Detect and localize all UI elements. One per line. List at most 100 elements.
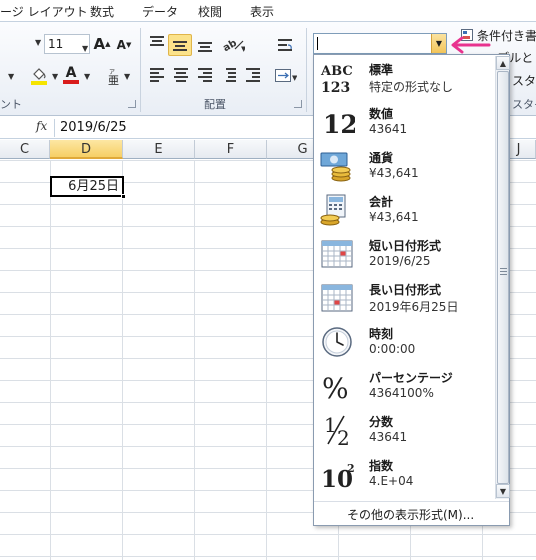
menu-item-example: 0:00:00 [369,342,416,356]
menu-item-scientific[interactable]: 10 2 指数 4.E+04 [315,452,494,496]
fill-color-dropdown-arrow[interactable]: ▼ [52,72,58,81]
time-format-icon [319,326,355,358]
menu-item-accounting[interactable]: 会計 ¥43,641 [315,188,494,232]
menu-item-example: 2019年6月25日 [369,300,459,314]
menu-item-general[interactable]: ABC 123 標準 特定の形式なし [315,56,494,100]
fill-color-button[interactable] [28,64,50,86]
menu-scrollbar[interactable]: ▲ ▼ [495,56,510,499]
menu-item-number[interactable]: 12 数値 43641 [315,100,494,144]
menu-item-example: 特定の形式なし [369,80,454,94]
shrink-font-button[interactable]: A ▼ [116,36,132,54]
menu-item-currency[interactable]: 通貨 ¥43,641 [315,144,494,188]
svg-text:亜: 亜 [108,74,119,85]
scroll-thumb[interactable] [497,71,509,484]
svg-text:123: 123 [321,80,350,94]
font-color-icon: A [63,65,79,84]
orientation-button[interactable]: ab ▼ [222,34,246,56]
svg-text:ABC: ABC [320,64,353,79]
active-cell-d[interactable]: 6月25日 [50,176,126,199]
font-group-label: ント [0,98,22,111]
menu-item-long-date[interactable]: 長い日付形式 2019年6月25日 [315,276,494,320]
number-format-icon: 12 [319,106,355,138]
font-color-dropdown-arrow[interactable]: ▼ [84,72,90,81]
menu-item-percentage[interactable]: % パーセンテージ 4364100% [315,364,494,408]
menu-item-example: 4.E+04 [369,474,414,488]
tab-page-layout[interactable]: ージ レイアウト [0,3,88,20]
increase-indent-icon[interactable] [246,68,260,82]
ribbon-tab-bar: ージ レイアウト 数式 データ 校閲 表示 [0,0,536,22]
menu-item-time[interactable]: 時刻 0:00:00 [315,320,494,364]
grow-font-button[interactable]: A ▲ [93,34,111,54]
more-number-formats-link[interactable]: その他の表示形式(M)... [347,506,474,523]
column-header-c[interactable]: C [0,140,50,159]
fill-bucket-icon [31,68,47,85]
decrease-indent-icon[interactable] [222,68,236,82]
tab-data[interactable]: データ [142,3,178,20]
general-format-icon: ABC 123 [319,62,355,94]
font-size-value: 11 [48,37,64,51]
align-center-icon[interactable] [174,68,188,82]
border-dropdown-arrow[interactable]: ▼ [8,72,14,81]
svg-text:2: 2 [347,462,355,475]
menu-item-example: ¥43,641 [369,166,419,180]
insert-function-button[interactable]: fx [36,119,47,133]
formula-input[interactable]: 2019/6/25 [60,120,127,135]
svg-text:12: 12 [323,110,355,138]
menu-item-fraction[interactable]: 1 2 分数 43641 [315,408,494,452]
menu-item-short-date[interactable]: 短い日付形式 2019/6/25 [315,232,494,276]
menu-item-example: 43641 [369,430,408,444]
wrap-text-icon [278,39,292,51]
align-top-icon[interactable] [150,36,164,48]
phonetic-dropdown-arrow[interactable]: ▼ [124,72,130,81]
tab-review[interactable]: 校閲 [198,3,222,20]
scroll-down-button[interactable]: ▼ [496,484,510,498]
menu-item-name: 標準 [369,63,394,77]
number-format-dropdown-button[interactable]: ▼ [431,34,446,53]
number-format-combo[interactable]: ▼ [313,33,447,54]
align-middle-button[interactable] [168,34,192,56]
number-format-menu: ABC 123 標準 特定の形式なし 12 数値 43641 通貨 ¥43,641 [313,54,510,526]
svg-text:A: A [66,65,77,81]
menu-item-name: 会計 [369,195,394,209]
menu-item-name: 長い日付形式 [369,283,442,297]
fraction-format-icon: 1 2 [319,414,355,446]
phonetic-button[interactable]: ア 亜 [106,66,124,86]
tab-formulas[interactable]: 数式 [90,3,114,20]
svg-text:▼: ▼ [241,45,245,52]
text-caret [317,37,318,50]
grip-icon [500,268,507,275]
font-name-dropdown-arrow[interactable]: ▼ [35,38,41,47]
font-size-combo[interactable]: 11 ▼ [44,34,90,54]
fill-handle[interactable] [121,194,126,199]
cell-styles-button[interactable]: スタイル [512,72,536,89]
menu-item-name: 通貨 [369,151,394,165]
align-bottom-icon[interactable] [198,40,212,52]
svg-text:▼: ▼ [292,74,297,82]
merge-center-button[interactable]: ▼ [274,66,298,86]
column-header-e[interactable]: E [123,140,195,159]
menu-item-name: 短い日付形式 [369,239,442,253]
column-header-f[interactable]: F [195,140,267,159]
short-date-icon [319,238,355,270]
percentage-format-icon: % [319,370,355,402]
menu-item-name: 指数 [369,459,394,473]
scroll-up-button[interactable]: ▲ [496,56,510,70]
styles-group-label: スタイ [512,98,536,111]
scientific-format-icon: 10 2 [319,458,355,490]
menu-item-example: 2019/6/25 [369,254,431,268]
tab-view[interactable]: 表示 [250,3,274,20]
group-divider [306,28,307,112]
currency-format-icon [319,150,355,182]
menu-divider [314,501,509,502]
font-group-launcher[interactable] [128,100,136,108]
column-header-d[interactable]: D [50,140,123,159]
active-cell-value: 6月25日 [68,179,119,194]
alignment-group-launcher[interactable] [294,100,302,108]
wrap-text-button[interactable] [276,34,294,56]
align-left-icon[interactable] [150,68,164,82]
grow-font-label: A [93,35,106,53]
font-color-button[interactable]: A [62,62,80,86]
font-size-dropdown-arrow[interactable]: ▼ [82,40,88,58]
long-date-icon [319,282,355,314]
align-right-icon[interactable] [198,68,212,82]
